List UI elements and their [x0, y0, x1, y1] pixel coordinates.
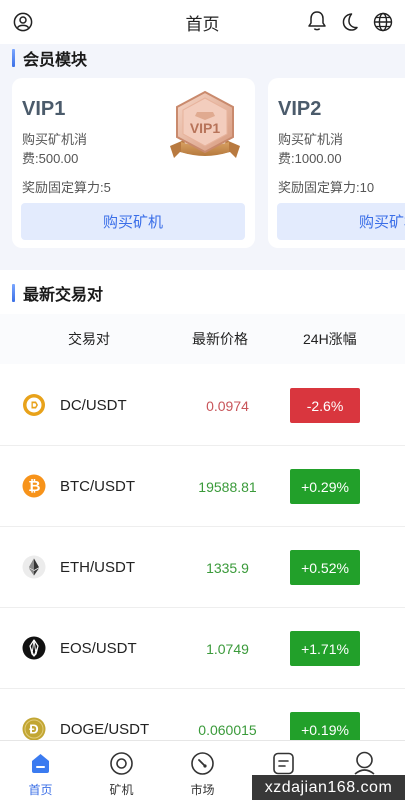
globe-icon[interactable]: [373, 12, 393, 32]
nav-label: 首页: [28, 783, 53, 797]
vip-reward: 奖励固定算力:10: [278, 180, 375, 195]
pair-change-badge: +0.29%: [290, 469, 360, 504]
pair-name: BTC/USDT: [60, 478, 135, 495]
site-watermark: xzdajian168.com: [252, 775, 405, 800]
pair-row-eth[interactable]: ETH/USDT 1335.9 +0.52%: [0, 527, 405, 608]
btc-coin-icon: ₿: [22, 474, 46, 498]
vip-card-vip2: VIP2 购买矿机消费:1000.00 奖励固定算力:10 购买矿机: [268, 78, 405, 248]
svg-text:Ð: Ð: [29, 722, 38, 737]
vip-name: VIP1: [22, 98, 66, 120]
vip1-badge-text: VIP1: [190, 120, 221, 136]
pair-change-badge: -2.6%: [290, 388, 360, 423]
pair-price: 19588.81: [198, 479, 257, 495]
pair-price: 1.0749: [206, 641, 249, 657]
dc-coin-icon: [23, 394, 45, 416]
moon-icon[interactable]: [339, 12, 359, 32]
orders-icon: [273, 752, 294, 775]
vip-purchase-cost: 购买矿机消费:1000.00: [278, 132, 344, 166]
member-section-title: 会员模块: [12, 46, 87, 70]
pair-name: DOGE/USDT: [60, 721, 150, 738]
pair-price: 0.060015: [198, 722, 257, 738]
pairs-section-title: 最新交易对: [12, 281, 103, 305]
bell-icon[interactable]: [306, 10, 328, 32]
nav-miner[interactable]: 矿机: [81, 741, 162, 800]
column-header-pair: 交易对: [68, 331, 110, 347]
column-header-change: 24H涨幅: [303, 331, 357, 347]
top-header: 首页: [0, 0, 405, 44]
pairs-table-header: 交易对 最新价格 24H涨幅: [0, 314, 405, 364]
pair-change-badge: +0.52%: [290, 550, 360, 585]
nav-label: 矿机: [109, 783, 134, 797]
nav-label: 市场: [190, 783, 215, 797]
pair-price: 1335.9: [206, 560, 249, 576]
vip-reward: 奖励固定算力:5: [22, 180, 111, 195]
buy-miner-button[interactable]: 购买矿机: [277, 203, 405, 240]
profile-icon: [354, 751, 375, 775]
pair-price: 0.0974: [206, 398, 249, 414]
buy-miner-button[interactable]: 购买矿机: [21, 203, 245, 240]
vip-card-vip1: VIP1 购买矿机消费:500.00 奖励固定算力:5 购买矿机 VIP1: [12, 78, 255, 248]
pair-row-btc[interactable]: ₿ BTC/USDT 19588.81 +0.29%: [0, 446, 405, 527]
eth-coin-icon: [22, 555, 46, 579]
home-icon: [32, 754, 49, 773]
pair-name: DC/USDT: [60, 397, 127, 414]
eos-coin-icon: [22, 636, 46, 660]
vip-card-carousel[interactable]: VIP1 购买矿机消费:500.00 奖励固定算力:5 购买矿机 VIP1 VI…: [12, 78, 405, 248]
title-accent-bar: [12, 284, 15, 302]
doge-coin-icon: Ð: [22, 717, 46, 741]
pair-row-eos[interactable]: EOS/USDT 1.0749 +1.71%: [0, 608, 405, 689]
pair-name: ETH/USDT: [60, 559, 135, 576]
vip-purchase-cost: 购买矿机消费:500.00: [22, 132, 88, 166]
nav-home[interactable]: 首页: [0, 741, 81, 800]
column-header-price: 最新价格: [192, 331, 248, 347]
market-icon: [191, 752, 214, 775]
pair-name: EOS/USDT: [60, 640, 137, 657]
pair-row-dc[interactable]: DC/USDT 0.0974 -2.6%: [0, 365, 405, 446]
nav-market[interactable]: 市场: [162, 741, 243, 800]
pair-change-badge: +1.71%: [290, 631, 360, 666]
vip-name: VIP2: [278, 98, 322, 120]
title-accent-bar: [12, 49, 15, 67]
vip1-badge-icon: VIP1: [170, 90, 240, 158]
pairs-section-title-text: 最新交易对: [23, 287, 104, 304]
miner-icon: [110, 752, 133, 775]
svg-text:₿: ₿: [28, 478, 40, 495]
page-title: 首页: [185, 14, 220, 34]
member-section-title-text: 会员模块: [23, 52, 88, 69]
user-icon[interactable]: [13, 12, 33, 32]
